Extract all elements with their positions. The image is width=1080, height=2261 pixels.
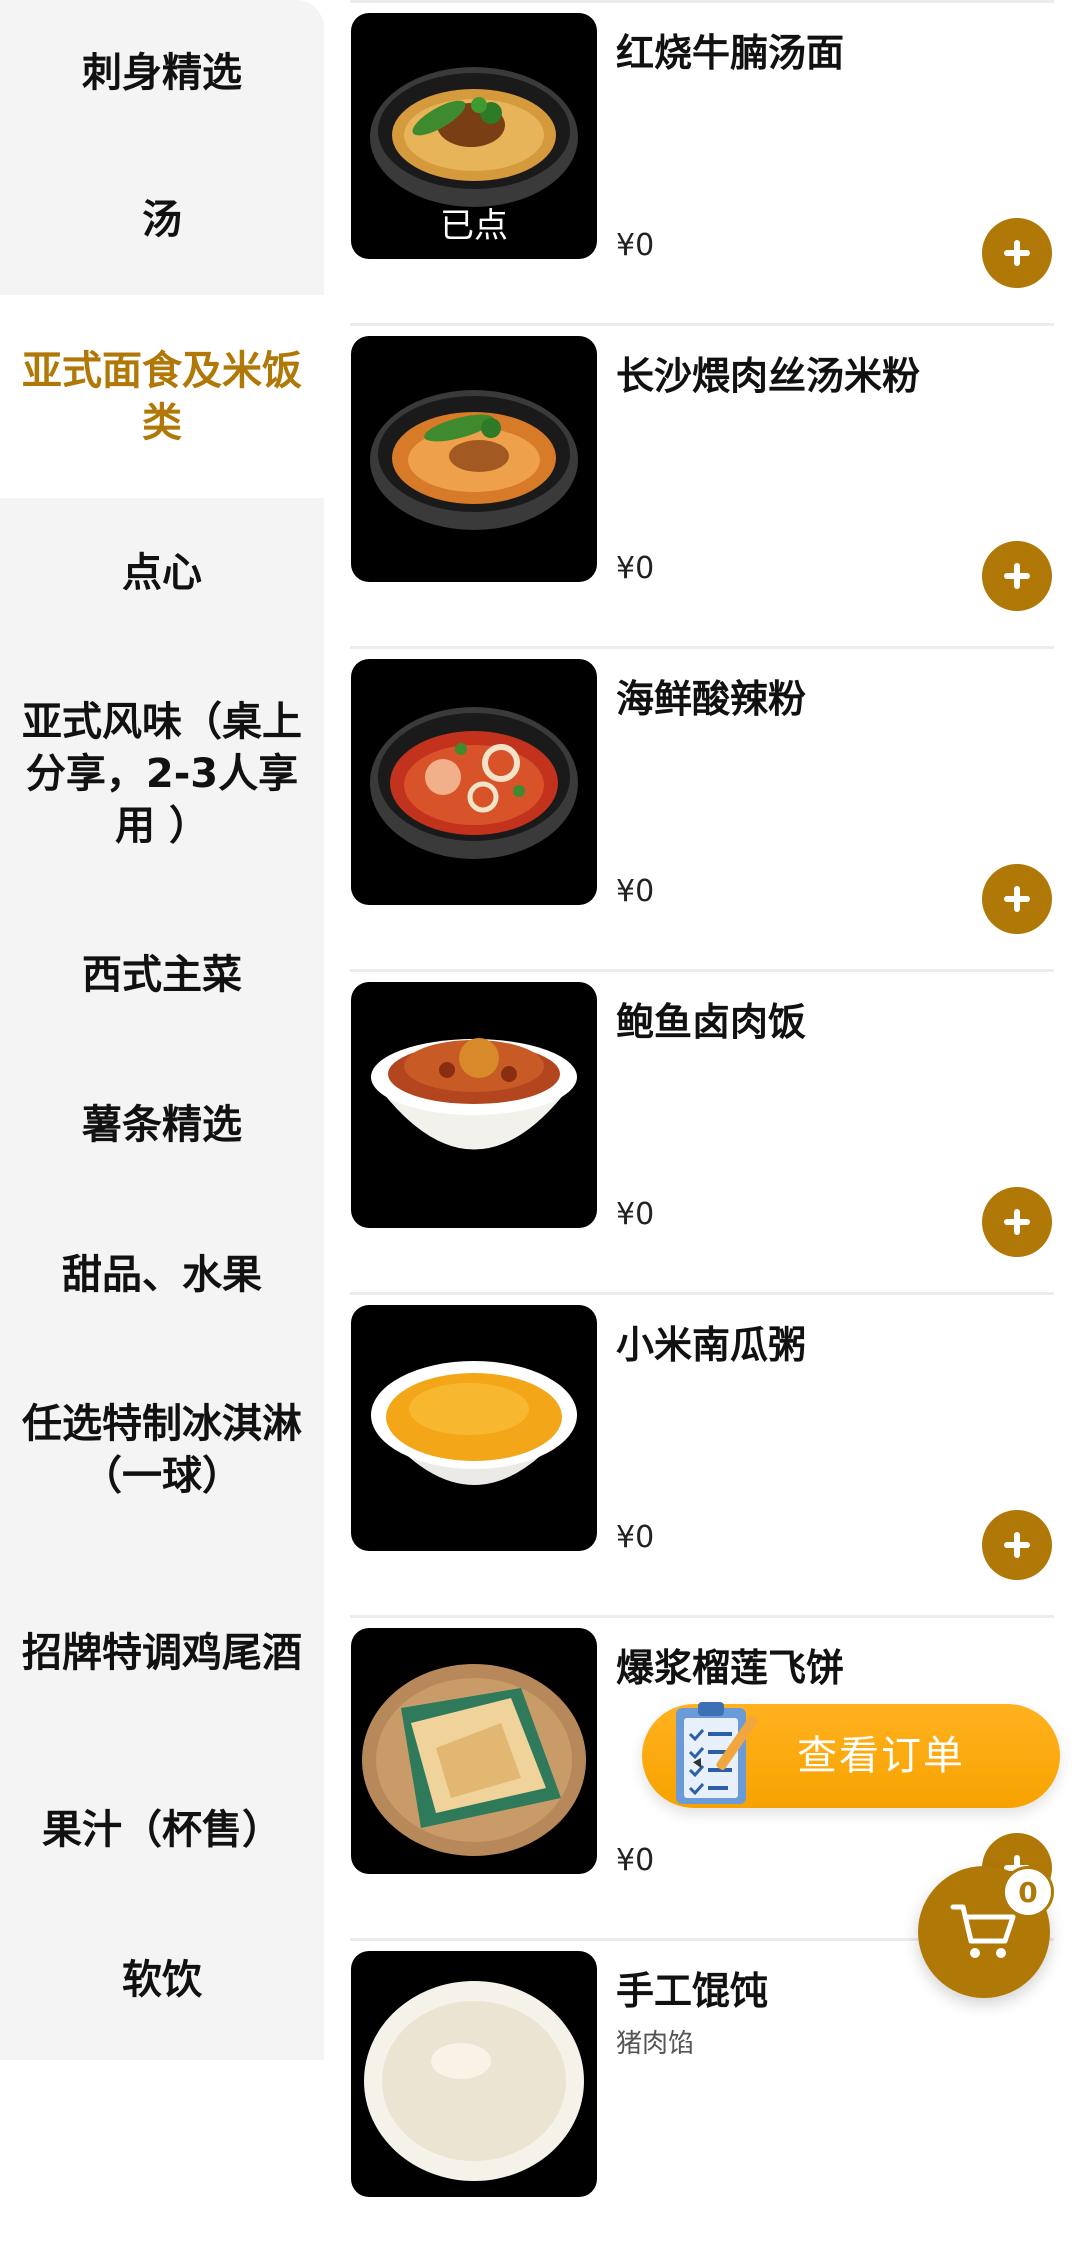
dish-subtitle: 猪肉馅 <box>616 2029 695 2059</box>
ordered-tag: 已点 <box>440 206 508 246</box>
category-item-dim-sum[interactable]: 点心 <box>0 498 324 648</box>
view-order-button[interactable]: 查看订单 <box>642 1702 1060 1808</box>
dish-photo[interactable] <box>351 1305 597 1551</box>
category-item-asian-sharing[interactable]: 亚式风味（桌上分享，2-3人享用 ） <box>0 648 324 900</box>
plus-icon <box>1004 1209 1030 1235</box>
category-item-fries[interactable]: 薯条精选 <box>0 1050 324 1200</box>
divider <box>350 1292 1054 1295</box>
add-to-cart-button[interactable] <box>982 1187 1052 1257</box>
dish-name: 小米南瓜粥 <box>616 1323 807 1367</box>
category-sidebar: 刺身精选 汤 亚式面食及米饭类 点心 亚式风味（桌上分享，2-3人享用 ） 西式… <box>0 0 324 2060</box>
dish-photo[interactable] <box>351 659 597 905</box>
dish-price: ¥0 <box>616 1843 655 1878</box>
dish-name: 爆浆榴莲飞饼 <box>616 1646 845 1690</box>
divider <box>350 0 1054 3</box>
category-item-soft-drinks[interactable]: 软饮 <box>0 1905 324 2055</box>
divider <box>350 646 1054 649</box>
dish-photo[interactable] <box>351 982 597 1228</box>
add-to-cart-button[interactable] <box>982 218 1052 288</box>
dish-photo[interactable]: 已点 <box>351 13 597 259</box>
plus-icon <box>1004 563 1030 589</box>
view-order-label: 查看订单 <box>797 1733 965 1779</box>
dish-price: ¥0 <box>616 228 655 263</box>
category-item-juice[interactable]: 果汁（杯售） <box>0 1755 324 1905</box>
dish-name: 鲍鱼卤肉饭 <box>616 1000 807 1044</box>
category-item-cocktails[interactable]: 招牌特调鸡尾酒 <box>0 1550 324 1755</box>
plus-icon <box>1004 886 1030 912</box>
dish-card[interactable]: 鲍鱼卤肉饭 ¥0 <box>350 969 1054 1292</box>
dish-card[interactable]: 海鲜酸辣粉 ¥0 <box>350 646 1054 969</box>
plus-icon <box>1004 240 1030 266</box>
dish-card[interactable]: 已点 红烧牛腩汤面 ¥0 <box>350 0 1054 323</box>
dish-photo[interactable] <box>351 336 597 582</box>
add-to-cart-button[interactable] <box>982 1510 1052 1580</box>
category-item-western-mains[interactable]: 西式主菜 <box>0 900 324 1050</box>
divider <box>350 969 1054 972</box>
dish-photo[interactable] <box>351 1951 597 2197</box>
category-item-ice-cream[interactable]: 任选特制冰淇淋（一球） <box>0 1350 324 1550</box>
divider <box>350 323 1054 326</box>
clipboard-checklist-icon <box>676 1702 758 1804</box>
dish-name: 海鲜酸辣粉 <box>616 677 807 721</box>
category-item-asian-noodles-rice[interactable]: 亚式面食及米饭类 <box>0 295 324 498</box>
category-item-sashimi[interactable]: 刺身精选 <box>0 0 324 145</box>
dish-price: ¥0 <box>616 551 655 586</box>
shopping-cart-icon <box>950 1904 1016 1958</box>
category-item-desserts-fruit[interactable]: 甜品、水果 <box>0 1200 324 1350</box>
dish-card[interactable]: 长沙煨肉丝汤米粉 ¥0 <box>350 323 1054 646</box>
dish-name: 红烧牛腩汤面 <box>616 31 845 75</box>
cart-count-badge: 0 <box>1002 1866 1054 1918</box>
dish-photo[interactable] <box>351 1628 597 1874</box>
plus-icon <box>1004 1532 1030 1558</box>
divider <box>350 1615 1054 1618</box>
category-item-soup[interactable]: 汤 <box>0 145 324 295</box>
add-to-cart-button[interactable] <box>982 864 1052 934</box>
dish-name: 长沙煨肉丝汤米粉 <box>616 354 921 398</box>
dish-card[interactable]: 小米南瓜粥 ¥0 <box>350 1292 1054 1615</box>
dish-price: ¥0 <box>616 1197 655 1232</box>
dish-price: ¥0 <box>616 874 655 909</box>
add-to-cart-button[interactable] <box>982 541 1052 611</box>
dish-name: 手工馄饨 <box>616 1969 769 2013</box>
dish-price: ¥0 <box>616 1520 655 1555</box>
